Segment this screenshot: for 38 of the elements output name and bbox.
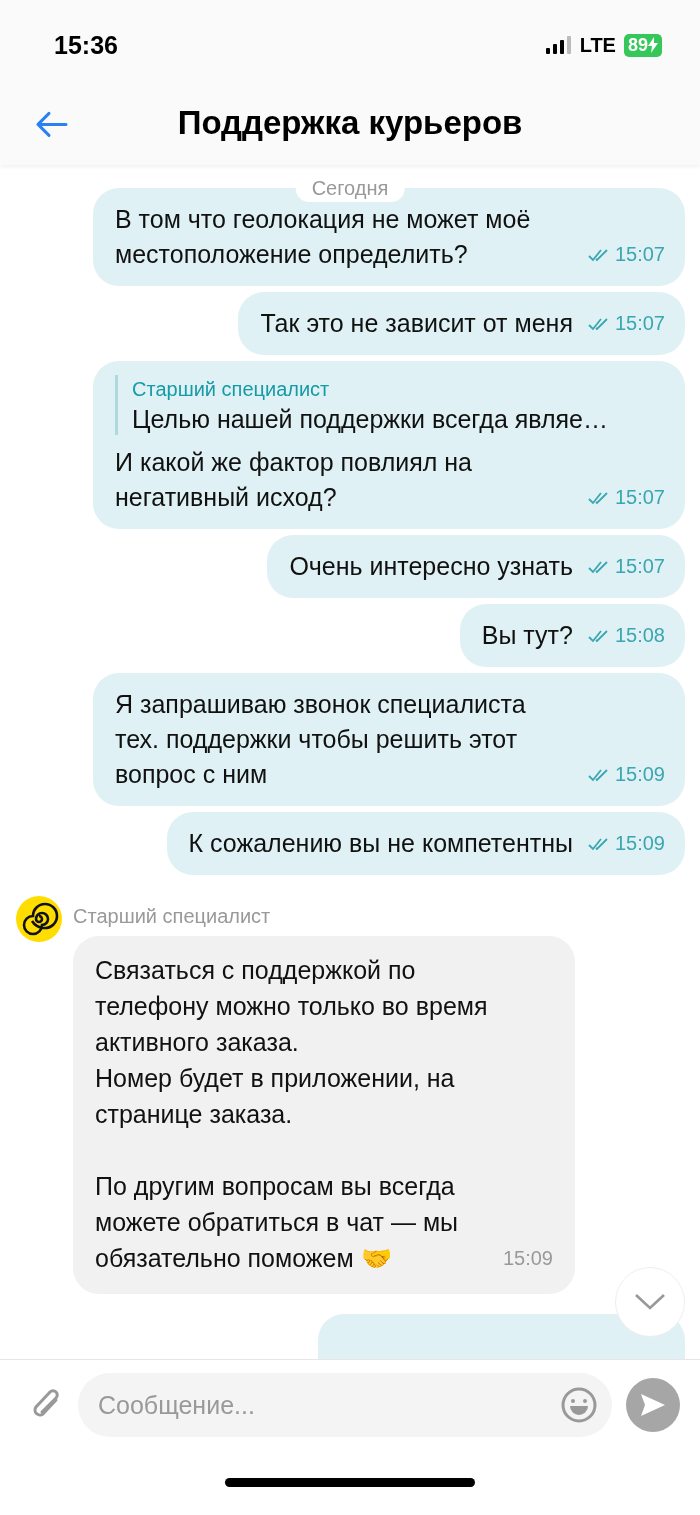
signal-icon (545, 36, 572, 54)
chat-title: Поддержка курьеров (177, 103, 523, 142)
network-label: LTE (579, 33, 616, 57)
double-check-icon (586, 315, 611, 332)
double-check-icon (586, 835, 611, 852)
battery-indicator: 89 (623, 33, 662, 57)
double-check-icon (586, 627, 611, 644)
emoji-icon[interactable] (560, 1386, 598, 1424)
message-time: 15:07 (614, 242, 665, 267)
send-button[interactable] (626, 1378, 680, 1432)
status-time: 15:36 (54, 30, 118, 60)
message-text: Очень интересно узнать (289, 551, 573, 582)
message-time: 15:09 (614, 762, 665, 787)
quote-author: Старший специалист (132, 377, 331, 402)
double-check-icon (586, 766, 611, 783)
avatar-icon (15, 895, 63, 943)
double-check-icon (586, 246, 611, 263)
message-time: 15:08 (614, 623, 665, 648)
send-icon (639, 1392, 667, 1418)
message-time: 15:07 (614, 554, 665, 579)
chevron-down-icon (634, 1293, 666, 1311)
double-check-icon (586, 558, 611, 575)
message-time: 15:09 (614, 831, 665, 856)
double-check-icon (586, 489, 611, 506)
message-text: Я запрашиваю звонок специалиста тех. поддержки чтобы решить этот вопрос с ним (115, 689, 527, 790)
message-text: Так это не зависит от меня (260, 308, 573, 339)
message-field[interactable]: Сообщение... (78, 1373, 612, 1437)
message-text: Связаться с поддержкой по телефону можно только во время активного заказа. Номер будет в приложении, на странице заказа. По другим вопросам вы всегда можете обратиться в чат — мы обязательно поможем 🤝 (95, 955, 489, 1274)
sender-name: Старший специалист (73, 905, 272, 928)
message-text: К сожалению вы не компетентны (188, 828, 573, 859)
message-time: 15:07 (614, 485, 665, 510)
message-time: 15:07 (614, 311, 665, 336)
message-text: Вы тут? (481, 620, 573, 651)
back-arrow-icon (34, 109, 68, 138)
message-text: И какой же фактор повлиял на негативный исход? (115, 447, 473, 513)
quote-text: Целью нашей поддержки всегда являе… (132, 404, 609, 435)
message-time: 15:09 (502, 1246, 553, 1271)
message-text: В том что геолокация не может моё местоположение определить? (115, 204, 532, 270)
